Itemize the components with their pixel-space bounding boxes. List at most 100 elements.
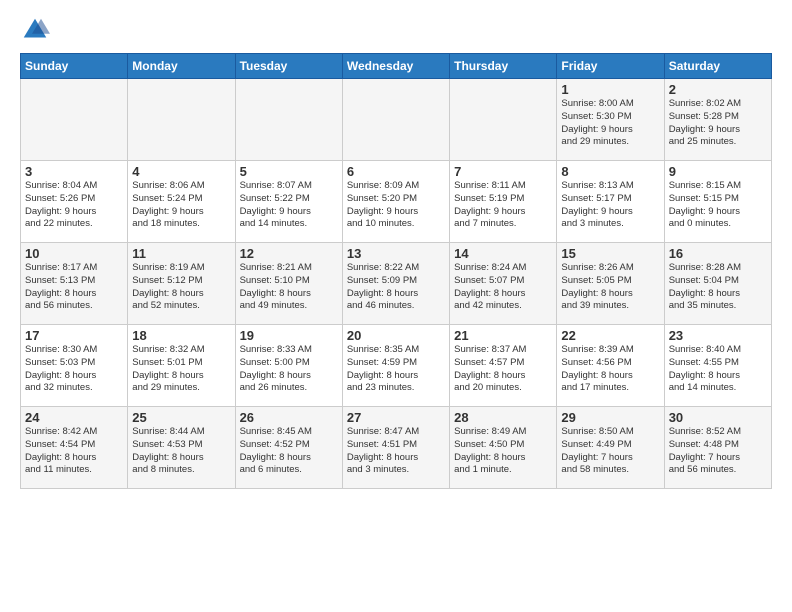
calendar-cell: 21Sunrise: 8:37 AM Sunset: 4:57 PM Dayli…	[450, 325, 557, 407]
calendar-cell: 9Sunrise: 8:15 AM Sunset: 5:15 PM Daylig…	[664, 161, 771, 243]
day-number: 20	[347, 328, 445, 343]
day-header-tuesday: Tuesday	[235, 54, 342, 79]
calendar-cell: 19Sunrise: 8:33 AM Sunset: 5:00 PM Dayli…	[235, 325, 342, 407]
day-number: 19	[240, 328, 338, 343]
calendar-cell: 10Sunrise: 8:17 AM Sunset: 5:13 PM Dayli…	[21, 243, 128, 325]
day-number: 2	[669, 82, 767, 97]
day-number: 7	[454, 164, 552, 179]
cell-content: Sunrise: 8:52 AM Sunset: 4:48 PM Dayligh…	[669, 426, 767, 477]
calendar-cell: 8Sunrise: 8:13 AM Sunset: 5:17 PM Daylig…	[557, 161, 664, 243]
calendar-cell	[342, 79, 449, 161]
day-number: 15	[561, 246, 659, 261]
calendar-cell: 5Sunrise: 8:07 AM Sunset: 5:22 PM Daylig…	[235, 161, 342, 243]
day-number: 22	[561, 328, 659, 343]
calendar-cell: 24Sunrise: 8:42 AM Sunset: 4:54 PM Dayli…	[21, 407, 128, 489]
calendar-cell: 29Sunrise: 8:50 AM Sunset: 4:49 PM Dayli…	[557, 407, 664, 489]
logo	[20, 15, 54, 45]
cell-content: Sunrise: 8:22 AM Sunset: 5:09 PM Dayligh…	[347, 262, 445, 313]
cell-content: Sunrise: 8:26 AM Sunset: 5:05 PM Dayligh…	[561, 262, 659, 313]
cell-content: Sunrise: 8:07 AM Sunset: 5:22 PM Dayligh…	[240, 180, 338, 231]
day-header-monday: Monday	[128, 54, 235, 79]
day-number: 25	[132, 410, 230, 425]
calendar-cell: 17Sunrise: 8:30 AM Sunset: 5:03 PM Dayli…	[21, 325, 128, 407]
day-number: 29	[561, 410, 659, 425]
cell-content: Sunrise: 8:17 AM Sunset: 5:13 PM Dayligh…	[25, 262, 123, 313]
calendar-cell: 2Sunrise: 8:02 AM Sunset: 5:28 PM Daylig…	[664, 79, 771, 161]
calendar-cell: 11Sunrise: 8:19 AM Sunset: 5:12 PM Dayli…	[128, 243, 235, 325]
day-number: 18	[132, 328, 230, 343]
day-number: 4	[132, 164, 230, 179]
day-number: 13	[347, 246, 445, 261]
calendar-cell: 26Sunrise: 8:45 AM Sunset: 4:52 PM Dayli…	[235, 407, 342, 489]
cell-content: Sunrise: 8:49 AM Sunset: 4:50 PM Dayligh…	[454, 426, 552, 477]
cell-content: Sunrise: 8:47 AM Sunset: 4:51 PM Dayligh…	[347, 426, 445, 477]
day-number: 11	[132, 246, 230, 261]
cell-content: Sunrise: 8:50 AM Sunset: 4:49 PM Dayligh…	[561, 426, 659, 477]
header	[20, 15, 772, 45]
cell-content: Sunrise: 8:15 AM Sunset: 5:15 PM Dayligh…	[669, 180, 767, 231]
cell-content: Sunrise: 8:19 AM Sunset: 5:12 PM Dayligh…	[132, 262, 230, 313]
day-header-wednesday: Wednesday	[342, 54, 449, 79]
cell-content: Sunrise: 8:04 AM Sunset: 5:26 PM Dayligh…	[25, 180, 123, 231]
day-number: 28	[454, 410, 552, 425]
day-number: 10	[25, 246, 123, 261]
calendar-cell: 6Sunrise: 8:09 AM Sunset: 5:20 PM Daylig…	[342, 161, 449, 243]
cell-content: Sunrise: 8:39 AM Sunset: 4:56 PM Dayligh…	[561, 344, 659, 395]
day-number: 5	[240, 164, 338, 179]
cell-content: Sunrise: 8:28 AM Sunset: 5:04 PM Dayligh…	[669, 262, 767, 313]
calendar-cell: 13Sunrise: 8:22 AM Sunset: 5:09 PM Dayli…	[342, 243, 449, 325]
cell-content: Sunrise: 8:30 AM Sunset: 5:03 PM Dayligh…	[25, 344, 123, 395]
cell-content: Sunrise: 8:45 AM Sunset: 4:52 PM Dayligh…	[240, 426, 338, 477]
day-number: 30	[669, 410, 767, 425]
day-number: 26	[240, 410, 338, 425]
calendar-week-row: 1Sunrise: 8:00 AM Sunset: 5:30 PM Daylig…	[21, 79, 772, 161]
day-number: 23	[669, 328, 767, 343]
cell-content: Sunrise: 8:24 AM Sunset: 5:07 PM Dayligh…	[454, 262, 552, 313]
day-header-saturday: Saturday	[664, 54, 771, 79]
day-number: 8	[561, 164, 659, 179]
calendar-cell: 7Sunrise: 8:11 AM Sunset: 5:19 PM Daylig…	[450, 161, 557, 243]
calendar-header-row: SundayMondayTuesdayWednesdayThursdayFrid…	[21, 54, 772, 79]
calendar-cell: 16Sunrise: 8:28 AM Sunset: 5:04 PM Dayli…	[664, 243, 771, 325]
cell-content: Sunrise: 8:33 AM Sunset: 5:00 PM Dayligh…	[240, 344, 338, 395]
calendar-week-row: 3Sunrise: 8:04 AM Sunset: 5:26 PM Daylig…	[21, 161, 772, 243]
calendar-week-row: 17Sunrise: 8:30 AM Sunset: 5:03 PM Dayli…	[21, 325, 772, 407]
calendar-cell	[128, 79, 235, 161]
cell-content: Sunrise: 8:02 AM Sunset: 5:28 PM Dayligh…	[669, 98, 767, 149]
calendar-week-row: 24Sunrise: 8:42 AM Sunset: 4:54 PM Dayli…	[21, 407, 772, 489]
logo-icon	[20, 15, 50, 45]
day-header-friday: Friday	[557, 54, 664, 79]
calendar-cell: 4Sunrise: 8:06 AM Sunset: 5:24 PM Daylig…	[128, 161, 235, 243]
day-header-sunday: Sunday	[21, 54, 128, 79]
cell-content: Sunrise: 8:00 AM Sunset: 5:30 PM Dayligh…	[561, 98, 659, 149]
day-number: 14	[454, 246, 552, 261]
calendar-cell: 15Sunrise: 8:26 AM Sunset: 5:05 PM Dayli…	[557, 243, 664, 325]
cell-content: Sunrise: 8:40 AM Sunset: 4:55 PM Dayligh…	[669, 344, 767, 395]
calendar-cell: 14Sunrise: 8:24 AM Sunset: 5:07 PM Dayli…	[450, 243, 557, 325]
day-number: 9	[669, 164, 767, 179]
cell-content: Sunrise: 8:44 AM Sunset: 4:53 PM Dayligh…	[132, 426, 230, 477]
calendar-week-row: 10Sunrise: 8:17 AM Sunset: 5:13 PM Dayli…	[21, 243, 772, 325]
calendar-cell	[21, 79, 128, 161]
calendar-cell: 23Sunrise: 8:40 AM Sunset: 4:55 PM Dayli…	[664, 325, 771, 407]
cell-content: Sunrise: 8:37 AM Sunset: 4:57 PM Dayligh…	[454, 344, 552, 395]
day-number: 12	[240, 246, 338, 261]
calendar-cell: 30Sunrise: 8:52 AM Sunset: 4:48 PM Dayli…	[664, 407, 771, 489]
day-header-thursday: Thursday	[450, 54, 557, 79]
day-number: 16	[669, 246, 767, 261]
day-number: 3	[25, 164, 123, 179]
calendar-cell: 27Sunrise: 8:47 AM Sunset: 4:51 PM Dayli…	[342, 407, 449, 489]
cell-content: Sunrise: 8:11 AM Sunset: 5:19 PM Dayligh…	[454, 180, 552, 231]
cell-content: Sunrise: 8:06 AM Sunset: 5:24 PM Dayligh…	[132, 180, 230, 231]
day-number: 27	[347, 410, 445, 425]
calendar-cell: 1Sunrise: 8:00 AM Sunset: 5:30 PM Daylig…	[557, 79, 664, 161]
calendar-cell	[235, 79, 342, 161]
calendar-cell: 18Sunrise: 8:32 AM Sunset: 5:01 PM Dayli…	[128, 325, 235, 407]
day-number: 17	[25, 328, 123, 343]
calendar-cell: 20Sunrise: 8:35 AM Sunset: 4:59 PM Dayli…	[342, 325, 449, 407]
page: SundayMondayTuesdayWednesdayThursdayFrid…	[0, 0, 792, 612]
cell-content: Sunrise: 8:42 AM Sunset: 4:54 PM Dayligh…	[25, 426, 123, 477]
day-number: 24	[25, 410, 123, 425]
cell-content: Sunrise: 8:35 AM Sunset: 4:59 PM Dayligh…	[347, 344, 445, 395]
day-number: 21	[454, 328, 552, 343]
